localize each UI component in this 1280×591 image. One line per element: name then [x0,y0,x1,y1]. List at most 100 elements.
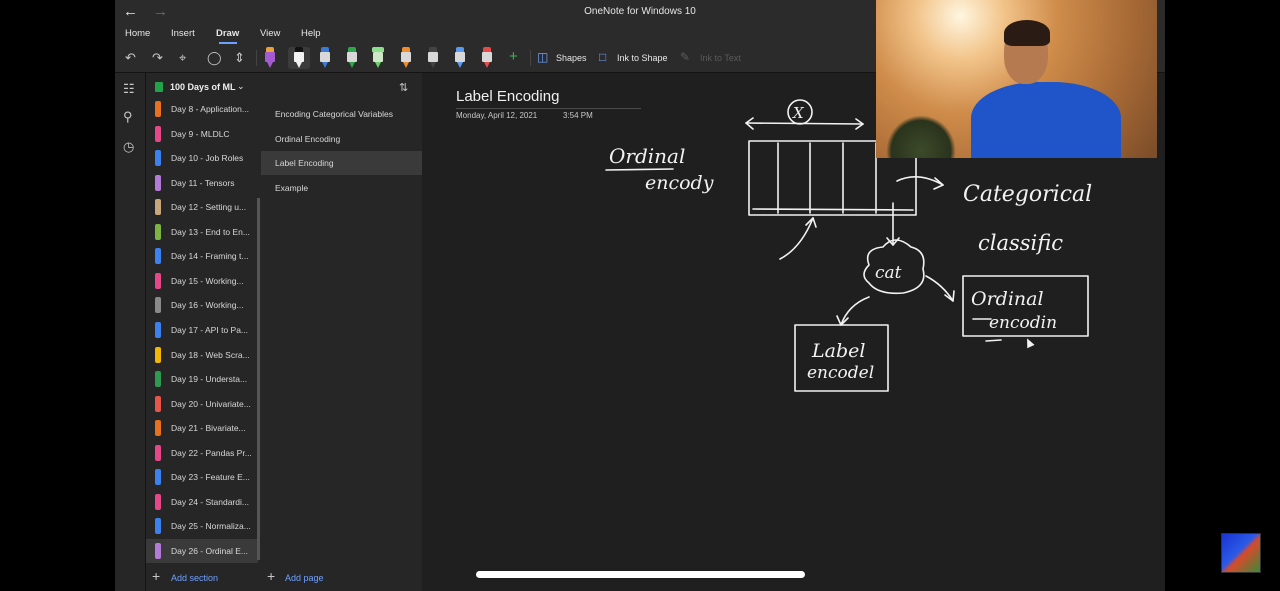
section-item[interactable]: Day 23 - Feature E... [146,465,258,489]
section-item[interactable]: Day 11 - Tensors [146,171,258,195]
section-item[interactable]: Day 13 - End to En... [146,220,258,244]
page-item[interactable]: Example [261,176,422,200]
section-item[interactable]: Day 8 - Application... [146,97,258,121]
ink-label-box-text2: encodel [807,363,874,383]
section-label: Day 13 - End to En... [171,226,250,237]
section-color-tab [155,297,161,314]
section-color-tab [155,223,161,240]
page-item[interactable]: Ordinal Encoding [261,127,422,151]
pen-dark-icon[interactable] [426,47,440,69]
type-select-icon[interactable]: ⌖ [179,50,186,66]
undo-icon[interactable]: ↶ [125,50,136,66]
ink-ordinal-box-text1: Ordinal [971,288,1044,310]
add-page-label: Add page [285,573,324,583]
section-label: Day 9 - MLDLC [171,128,230,139]
add-section-label: Add section [171,573,219,583]
plus-icon: + [267,568,276,584]
pen-purple-icon[interactable] [263,47,277,69]
section-color-tab [155,371,161,388]
pages-pane: ⇅ Encoding Categorical Variables Ordinal … [261,73,422,591]
section-color-tab [155,150,161,167]
toolbar-divider [256,50,257,66]
ink-to-shape-button[interactable]: Ink to Shape [617,53,668,63]
section-item[interactable]: Day 18 - Web Scra... [146,343,258,367]
section-item[interactable]: Day 17 - API to Pa... [146,318,258,342]
section-color-tab [155,248,161,265]
section-label: Day 12 - Setting u... [171,202,247,213]
home-indicator-bar[interactable] [476,571,805,578]
section-label: Day 20 - Univariate... [171,398,251,409]
section-item[interactable]: Day 20 - Univariate... [146,392,258,416]
pen-orange-icon[interactable] [399,47,413,69]
ink-to-text-button: Ink to Text [700,53,741,63]
notebooks-icon[interactable]: ☷ [123,81,135,97]
section-list: Day 8 - Application... Day 9 - MLDLC Day 1… [146,97,261,563]
section-label: Day 19 - Understa... [171,374,248,385]
ink-encoding-text: encody [645,172,714,194]
section-item[interactable]: Day 24 - Standardi... [146,490,258,514]
redo-icon[interactable]: ↷ [152,50,163,66]
section-color-tab [155,518,161,535]
section-label: Day 17 - API to Pa... [171,324,249,335]
section-item[interactable]: Day 26 - Ordinal E... [146,538,258,563]
ink-ordinal-box-text2: encodin [989,313,1057,333]
ink-x-text: X [792,104,805,122]
menu-draw[interactable]: Draw [216,28,239,39]
ink-table-row [752,208,914,211]
section-item[interactable]: Day 10 - Job Roles [146,146,258,170]
chevron-down-icon: ⌄ [237,81,245,91]
add-pen-icon[interactable]: + [509,48,518,65]
menu-insert[interactable]: Insert [171,28,195,39]
section-label: Day 18 - Web Scra... [171,349,250,360]
section-item[interactable]: Day 16 - Working... [146,293,258,317]
highlighter-green-icon[interactable] [371,47,385,69]
section-label: Day 24 - Standardi... [171,496,249,507]
section-item[interactable]: Day 15 - Working... [146,269,258,293]
notebook-name: 100 Days of ML [170,82,236,92]
page-item[interactable]: Label Encoding [261,151,422,175]
section-color-tab [155,542,161,559]
ink-to-shape-icon[interactable]: □ [599,50,606,64]
ink-classific-text: classific [978,231,1063,255]
lasso-select-icon[interactable]: ◯ [207,50,222,66]
section-item[interactable]: Day 19 - Understa... [146,367,258,391]
pen-white-icon[interactable] [288,47,310,69]
section-color-tab [155,493,161,510]
section-label: Day 15 - Working... [171,275,244,286]
menu-home[interactable]: Home [125,28,150,39]
menu-help[interactable]: Help [301,28,321,39]
section-item[interactable]: Day 12 - Setting u... [146,195,258,219]
recent-clock-icon[interactable]: ◷ [123,139,134,155]
page-item[interactable]: Encoding Categorical Variables [261,102,422,126]
section-item[interactable]: Day 25 - Normaliza... [146,514,258,538]
add-section-button[interactable]: + Add section [146,563,261,591]
section-label: Day 26 - Ordinal E... [171,545,249,556]
section-label: Day 21 - Bivariate... [171,423,246,434]
section-item[interactable]: Day 21 - Bivariate... [146,416,258,440]
page-label: Example [275,182,309,193]
section-color-tab [155,174,161,191]
section-scrollbar[interactable] [257,198,260,560]
menu-view[interactable]: View [260,28,280,39]
add-space-icon[interactable]: ⇕ [234,50,245,66]
section-color-tab [155,469,161,486]
sort-icon[interactable]: ⇅ [399,81,408,94]
section-label: Day 10 - Job Roles [171,153,244,164]
section-item[interactable]: Day 14 - Framing t... [146,244,258,268]
pen-light-blue-icon[interactable] [453,47,467,69]
pen-green-icon[interactable] [345,47,359,69]
pen-blue-icon[interactable] [318,47,332,69]
navigation-rail: ☷ ⚲ ◷ [115,73,146,591]
page-label: Ordinal Encoding [275,133,341,144]
shapes-icon[interactable]: ◫ [537,50,548,64]
sections-pane: 100 Days of ML ⌄ Day 8 - Application... D… [146,73,261,591]
section-item[interactable]: Day 22 - Pandas Pr... [146,441,258,465]
shapes-button[interactable]: Shapes [556,53,587,63]
section-item[interactable]: Day 9 - MLDLC [146,122,258,146]
toolbar-divider [530,50,531,66]
presenter-shirt [971,82,1121,158]
add-page-button[interactable]: + Add page [261,563,422,591]
pen-red-icon[interactable] [480,47,494,69]
section-color-tab [155,420,161,437]
search-icon[interactable]: ⚲ [123,109,133,125]
